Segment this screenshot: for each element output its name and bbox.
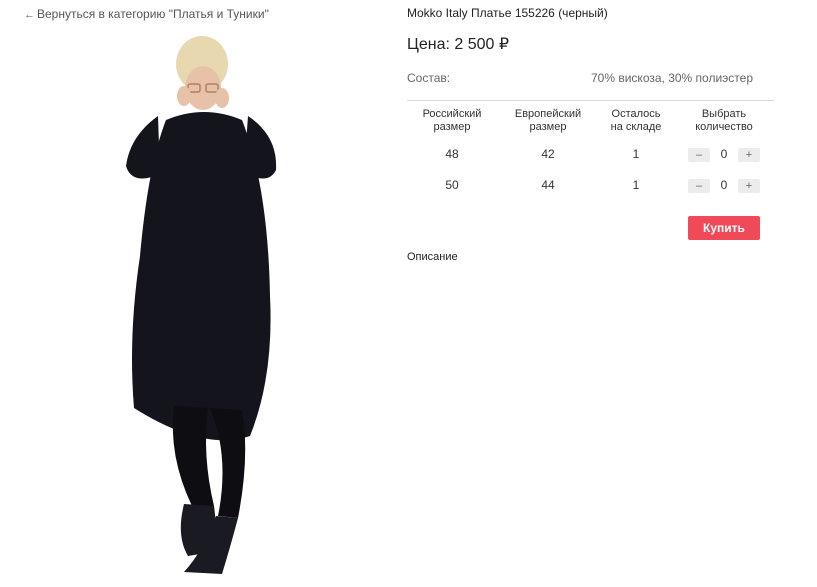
- quantity-value: 0: [720, 147, 728, 161]
- buy-button[interactable]: Купить: [688, 216, 760, 240]
- decrease-quantity-button[interactable]: –: [688, 148, 710, 162]
- ru-size-cell: 50: [445, 178, 459, 192]
- increase-quantity-button[interactable]: +: [738, 148, 760, 162]
- stock-cell: 1: [632, 178, 640, 192]
- eu-size-cell: 42: [541, 147, 555, 161]
- product-price: Цена: 2 500 ₽: [407, 36, 510, 53]
- stock-cell: 1: [632, 147, 640, 161]
- header-in-stock: Осталось на складе: [610, 108, 662, 133]
- composition-value: 70% вискоза, 30% полиэстер: [591, 71, 753, 85]
- eu-size-cell: 44: [541, 178, 555, 192]
- header-russian-size: Российский размер: [422, 108, 482, 133]
- increase-quantity-button[interactable]: +: [738, 179, 760, 193]
- back-to-category-link[interactable]: ← Вернуться в категорию "Платья и Туники": [24, 7, 269, 21]
- quantity-value: 0: [720, 178, 728, 192]
- product-title: Mokko Italy Платье 155226 (черный): [407, 6, 608, 20]
- composition-label: Состав:: [407, 71, 451, 85]
- description-tab[interactable]: Описание: [407, 251, 458, 263]
- back-link-label: Вернуться в категорию "Платья и Туники": [37, 7, 269, 21]
- decrease-quantity-button[interactable]: –: [688, 179, 710, 193]
- table-divider: [407, 100, 774, 101]
- header-select-quantity: Выбрать количество: [695, 108, 753, 133]
- product-photo: [118, 36, 288, 582]
- arrow-left-icon: ←: [24, 9, 35, 21]
- ru-size-cell: 48: [445, 147, 459, 161]
- header-european-size: Европейский размер: [514, 108, 582, 133]
